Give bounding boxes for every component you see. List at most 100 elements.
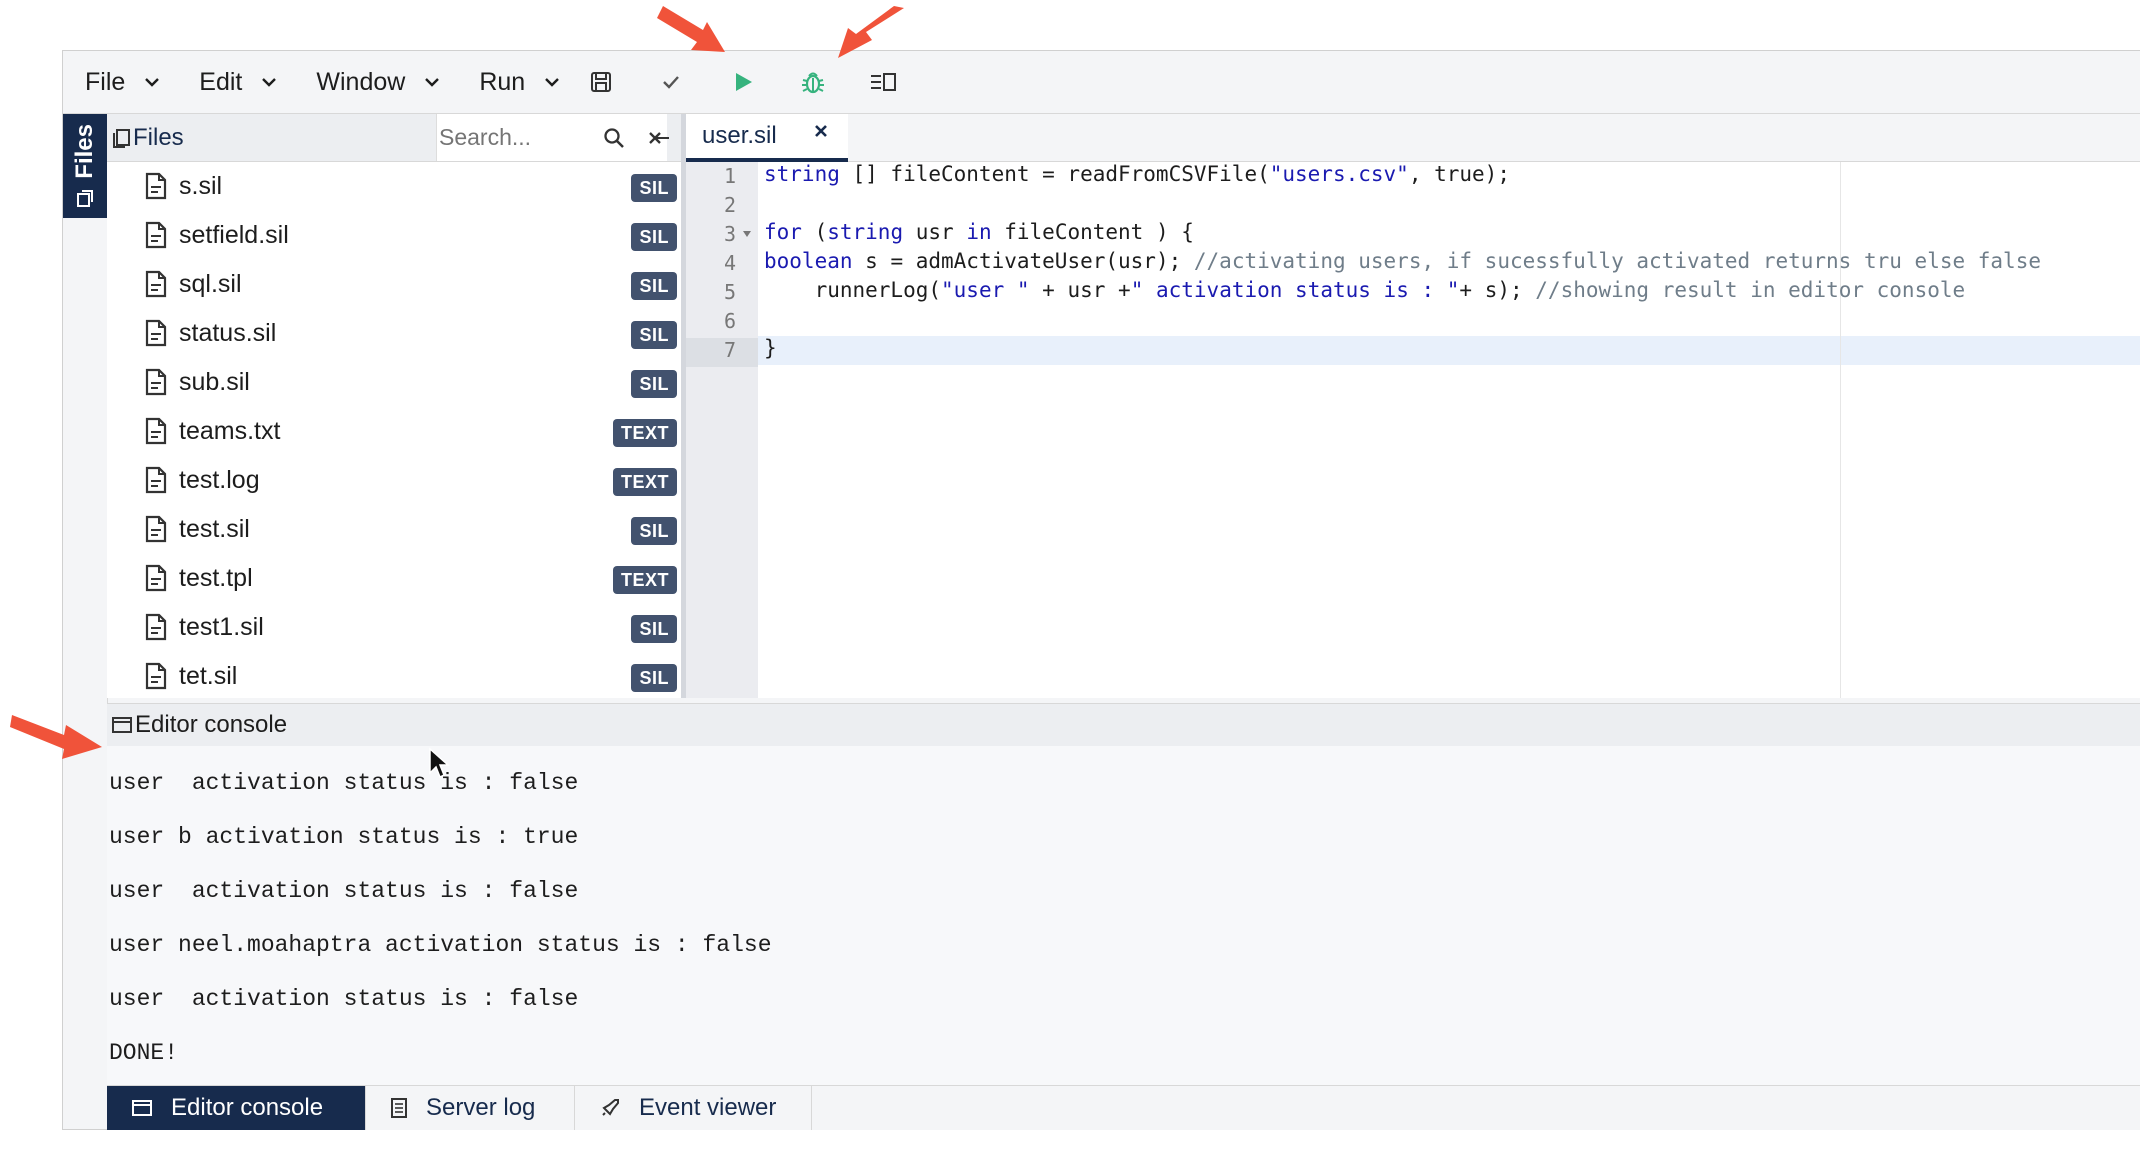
minimize-icon[interactable] (653, 129, 671, 147)
files-panel-title: Files (111, 124, 184, 152)
file-item[interactable]: test.tpl TEXT (107, 554, 681, 603)
file-item[interactable]: test.sil SIL (107, 505, 681, 554)
file-list: s.sil SIL setfield.sil SIL sql.sil SIL status.… (107, 162, 681, 701)
file-item[interactable]: test1.sil SIL (107, 603, 681, 652)
file-icon (145, 417, 167, 445)
search-icon[interactable] (603, 127, 625, 149)
files-panel-title-text: Files (133, 123, 184, 151)
file-icon (145, 368, 167, 396)
debug-icon (802, 72, 825, 94)
code-area[interactable]: string [] fileContent = readFromCSVFile(… (758, 162, 2140, 698)
file-item[interactable]: tet.sil SIL (107, 652, 681, 701)
mouse-cursor-icon (429, 747, 450, 779)
file-search (436, 114, 667, 161)
file-icon (145, 662, 167, 690)
debug-button[interactable] (793, 62, 833, 102)
line-number: 5 (723, 280, 736, 304)
files-panel: Files s.silSILsetfield.silSILsql.silSILs… (107, 114, 686, 698)
tab-server-log[interactable]: Server log (366, 1086, 575, 1130)
file-icon (145, 270, 167, 298)
file-type-badge: SIL (631, 174, 677, 202)
chevron-down-icon (262, 78, 277, 87)
tab-server-log-label: Server log (426, 1094, 536, 1121)
file-item[interactable]: s.sil SIL (107, 162, 681, 211)
file-name: tet.sil (179, 662, 238, 690)
code-line-4: boolean s = admActivateUser(usr); //acti… (764, 249, 2041, 273)
console-title-text: Editor console (135, 711, 288, 738)
file-type-badge: SIL (631, 664, 677, 692)
file-name: test1.sil (179, 613, 264, 641)
file-type-badge: SIL (631, 321, 677, 349)
tab-editor-console[interactable]: Editor console (107, 1086, 366, 1130)
tab-user-sil-label: user.sil (702, 122, 777, 149)
annotation-arrow-icon (838, 6, 904, 58)
file-type-badge: SIL (631, 615, 677, 643)
file-item[interactable]: sql.sil SIL (107, 260, 681, 309)
line-gutter: 1 2 3 4 5 6 7 (686, 162, 758, 698)
line-number: 3 (723, 222, 736, 246)
bottom-panel-tabs: Editor console Server log Event viewer (107, 1085, 2140, 1130)
file-name: teams.txt (179, 417, 281, 445)
check-icon (663, 76, 680, 89)
tab-event-viewer[interactable]: Event viewer (575, 1086, 812, 1130)
file-name: sub.sil (179, 368, 250, 396)
file-item[interactable]: status.sil SIL (107, 309, 681, 358)
file-type-badge: SIL (631, 370, 677, 398)
file-search-input[interactable] (437, 123, 591, 152)
layout-button[interactable] (863, 62, 903, 102)
file-item[interactable]: sub.sil SIL (107, 358, 681, 407)
validate-button[interactable] (651, 62, 691, 102)
menu-edit[interactable]: Edit (199, 51, 278, 113)
console-line: user activation status is : false (109, 770, 579, 796)
file-type-badge: TEXT (612, 468, 677, 496)
layout-icon (871, 73, 897, 91)
console-title: Editor console (111, 711, 287, 739)
console-output: user activation status is : false user b… (107, 746, 2140, 1128)
close-icon[interactable] (814, 124, 828, 138)
toolbar: File Edit Window Run (63, 51, 2140, 114)
editor-tabs: user.sil (686, 114, 2140, 162)
menu-window-label: Window (316, 67, 406, 96)
files-panel-header: Files (107, 114, 681, 162)
menu-file-label: File (85, 67, 126, 96)
console-line: user b activation status is : true (109, 824, 579, 850)
line-number: 1 (723, 164, 736, 188)
file-name: sql.sil (179, 270, 242, 298)
line-number: 4 (723, 251, 736, 275)
tab-editor-console-label: Editor console (171, 1094, 324, 1121)
code-line-1: string [] fileContent = readFromCSVFile(… (764, 162, 1510, 186)
file-name: s.sil (179, 172, 223, 200)
save-button[interactable] (581, 62, 621, 102)
file-type-badge: SIL (631, 223, 677, 251)
file-icon (145, 319, 167, 347)
code-line-3: for (string usr in fileContent ) { (764, 220, 1194, 244)
file-type-badge: TEXT (612, 419, 677, 447)
console-line: user neel.moahaptra activation status is… (109, 932, 772, 958)
file-name: status.sil (179, 319, 277, 347)
console-line: DONE! (109, 1040, 179, 1066)
fold-arrow-icon[interactable] (742, 229, 752, 239)
run-icon (736, 73, 753, 91)
tab-user-sil[interactable]: user.sil (686, 114, 848, 162)
file-item[interactable]: test.log TEXT (107, 456, 681, 505)
files-icon (113, 128, 130, 148)
console-header: Editor console (107, 703, 2140, 747)
menu-run-label: Run (479, 67, 526, 96)
tab-event-viewer-label: Event viewer (639, 1094, 777, 1121)
menu-window[interactable]: Window (316, 51, 441, 113)
file-name: test.log (179, 466, 260, 494)
chevron-down-icon (425, 78, 440, 87)
editor-app: File Edit Window Run Files Files Search.… (62, 50, 2140, 1130)
menu-run[interactable]: Run (479, 51, 561, 113)
line-number: 6 (723, 309, 736, 333)
files-vertical-tab[interactable]: Files (63, 114, 107, 218)
file-item[interactable]: teams.txt TEXT (107, 407, 681, 456)
line-number: 7 (686, 338, 758, 367)
file-item[interactable]: setfield.sil SIL (107, 211, 681, 260)
menu-file[interactable]: File (85, 51, 161, 113)
file-icon (145, 466, 167, 494)
run-button[interactable] (723, 62, 763, 102)
file-name: test.tpl (179, 564, 253, 592)
chevron-down-icon (145, 78, 160, 87)
console-line: user activation status is : false (109, 878, 579, 904)
